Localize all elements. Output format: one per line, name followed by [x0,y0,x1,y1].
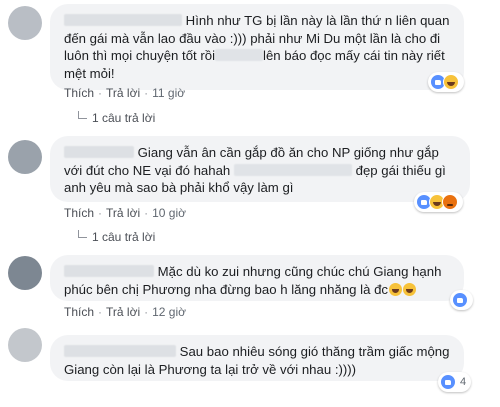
redacted-text [215,49,264,61]
reply-link[interactable]: Trả lời [106,86,140,100]
comment-bubble: Sau bao nhiêu sóng gió thăng trầm giấc m… [50,335,464,381]
commenter-name[interactable] [64,265,154,277]
comment-actions: Thích · Trả lời · 12 giờ [64,305,186,319]
reaction-count: 4 [460,376,467,388]
commenter-name[interactable] [64,146,134,158]
reaction-summary[interactable] [428,72,464,92]
avatar[interactable] [8,140,42,174]
like-link[interactable]: Thích [64,305,94,319]
replies-count[interactable]: 1 câu trả lời [92,111,155,125]
reply-link[interactable]: Trả lời [106,206,140,220]
reaction-summary[interactable] [450,290,473,310]
comment-time[interactable]: 12 giờ [152,305,186,319]
like-icon [452,292,468,308]
reaction-summary[interactable]: 4 [438,372,472,392]
reaction-summary[interactable] [414,192,463,212]
replies-link[interactable]: 1 câu trả lời [78,111,155,125]
like-link[interactable]: Thích [64,206,94,220]
comment-bubble: Giang vẫn ân cần gắp đồ ăn cho NP giống … [50,136,470,202]
like-link[interactable]: Thích [64,86,94,100]
comment-actions: Thích · Trả lời · 10 giờ [64,206,186,220]
reply-arrow-icon [78,230,87,238]
comment-bubble: Hình như TG bị lần này là lần thứ n liên… [50,4,464,90]
avatar[interactable] [8,6,42,40]
avatar[interactable] [8,328,42,362]
comment-time[interactable]: 11 giờ [152,86,185,100]
comment-bubble: Mặc dù ko zui nhưng cũng chúc chú Giang … [50,255,464,301]
replies-link[interactable]: 1 câu trả lời [78,230,155,244]
comment-text: Hình như TG bị lần này là lần thứ n liên… [64,12,452,82]
like-icon [440,374,456,390]
redacted-text [233,163,352,176]
comment-text: Sau bao nhiêu sóng gió thăng trầm giấc m… [64,343,452,378]
replies-count[interactable]: 1 câu trả lời [92,230,155,244]
laughing-emoji-icon [389,282,403,296]
comment-time[interactable]: 10 giờ [152,206,186,220]
comment-text: Mặc dù ko zui nhưng cũng chúc chú Giang … [64,263,452,298]
avatar[interactable] [8,256,42,290]
laughing-emoji-icon [403,282,417,296]
reply-link[interactable]: Trả lời [106,305,140,319]
angry-icon [442,194,458,210]
comment-text: Giang vẫn ân cần gắp đồ ăn cho NP giống … [64,144,458,197]
reply-arrow-icon [78,111,87,119]
haha-icon [443,74,459,90]
commenter-name[interactable] [64,14,182,26]
comment-actions: Thích · Trả lời · 11 giờ [64,86,186,100]
commenter-name[interactable] [64,345,176,357]
